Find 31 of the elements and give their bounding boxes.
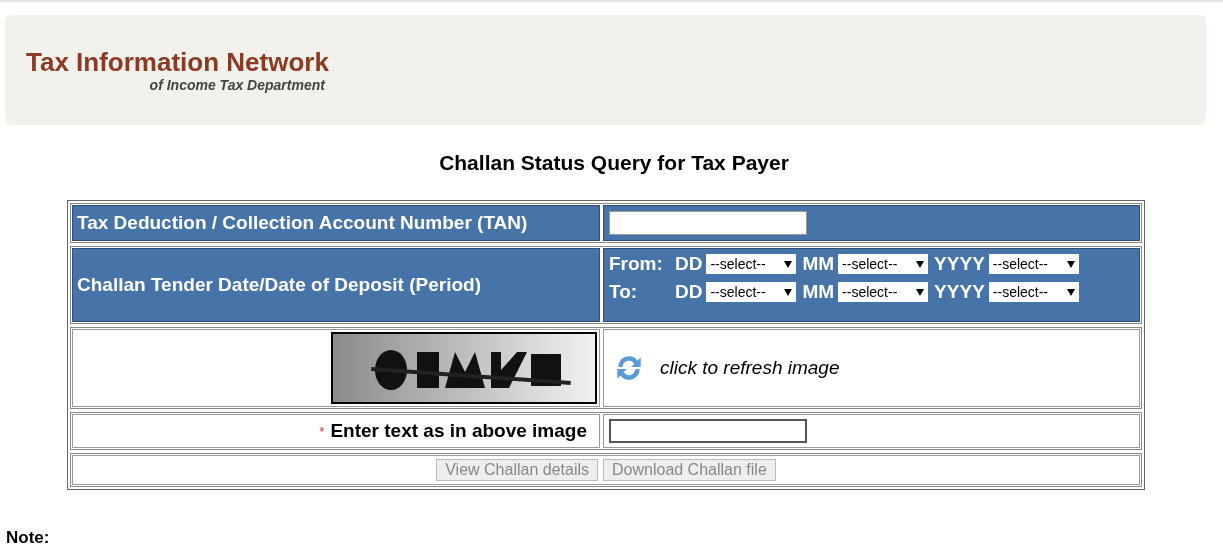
caret-icon	[784, 288, 793, 296]
date-part-label: DD	[675, 253, 703, 275]
form-label-cell: Challan Tender Date/Date of Deposit (Period)	[72, 248, 600, 322]
date-part-label: YYYY	[934, 281, 985, 303]
date-dropdown[interactable]: --select--	[706, 254, 797, 274]
date-part-label: DD	[675, 281, 703, 303]
caret-icon	[784, 260, 793, 268]
date-dropdown[interactable]: --select--	[706, 282, 797, 302]
date-part-label: MM	[802, 281, 835, 303]
caret-icon	[1066, 288, 1075, 296]
page-title: Challan Status Query for Tax Payer	[438, 151, 790, 175]
date-dropdown[interactable]: --select--	[988, 282, 1079, 302]
date-dropdown[interactable]: --select--	[988, 254, 1079, 274]
site-title: Tax Information Network	[26, 47, 329, 77]
caret-icon	[1066, 260, 1075, 268]
date-dropdown[interactable]: --select--	[838, 282, 929, 302]
date-part-label: MM	[802, 253, 835, 275]
date-part-label: YYYY	[934, 253, 985, 275]
form-label-cell: Tax Deduction / Collection Account Number (TAN)	[72, 205, 600, 241]
range-label: From:	[609, 253, 664, 275]
refresh-link[interactable]: click to refresh image	[660, 357, 840, 379]
captcha-input-field[interactable]	[609, 419, 807, 443]
caret-icon	[916, 260, 925, 268]
captcha-label: Enter text as in above image	[330, 420, 587, 442]
tan-input-field[interactable]	[609, 211, 807, 235]
caret-icon	[916, 288, 925, 296]
date-dropdown[interactable]: --select--	[838, 254, 929, 274]
range-label: To:	[609, 281, 639, 303]
note-heading: Note:	[6, 528, 50, 548]
required-mark: *	[319, 423, 325, 439]
site-subtitle: of Income Tax Department	[149, 77, 325, 93]
